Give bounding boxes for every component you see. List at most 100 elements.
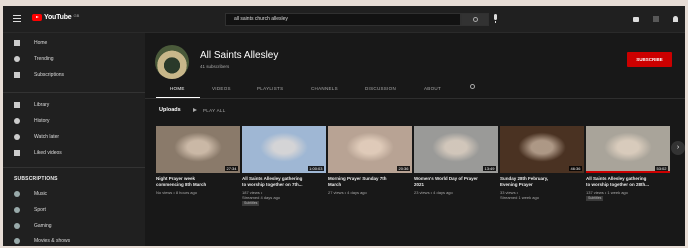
subscriber-count: 41 subscribers bbox=[200, 64, 230, 69]
search-icon bbox=[473, 17, 478, 22]
tab-playlists[interactable]: PLAYLISTS bbox=[257, 86, 283, 91]
video-thumbnail[interactable]: 20:36 bbox=[328, 126, 412, 173]
logo-wordmark: YouTube bbox=[44, 14, 72, 21]
video-meta: 137 views • 1 week ago bbox=[586, 190, 628, 195]
video-title-line: to worship together on 28th... bbox=[586, 182, 649, 187]
sidebar-item-label: Movies & shows bbox=[34, 238, 71, 244]
subtitles-badge: Subtitles bbox=[586, 196, 604, 201]
video-duration: 13:49 bbox=[482, 166, 496, 171]
notifications-bell-icon[interactable] bbox=[673, 16, 678, 22]
video-thumbnail[interactable]: 27:34 bbox=[156, 126, 240, 173]
video-meta: No views • 8 hours ago bbox=[156, 190, 197, 195]
video-title[interactable]: All Saints Allesley gathering to worship … bbox=[242, 176, 326, 188]
trophy-icon bbox=[14, 207, 20, 213]
subscriptions-icon bbox=[14, 72, 20, 78]
film-icon bbox=[14, 238, 20, 244]
video-title-line: March bbox=[328, 182, 342, 187]
video-title[interactable]: Night Prayer week commencing 8th March bbox=[156, 176, 240, 188]
subscriptions-heading: SUBSCRIPTIONS bbox=[14, 176, 58, 182]
microphone-icon[interactable] bbox=[494, 14, 497, 23]
subscribe-button[interactable]: SUBSCRIBE bbox=[627, 52, 672, 67]
video-title[interactable]: Women's World Day of Prayer 2021 bbox=[414, 176, 498, 188]
sidebar-item-watch-later[interactable]: Watch later bbox=[3, 131, 145, 145]
channel-search-icon[interactable] bbox=[470, 84, 475, 89]
sidebar-item-label: Subscriptions bbox=[34, 72, 65, 78]
sidebar-item-label: Sport bbox=[34, 207, 46, 213]
home-icon bbox=[14, 40, 20, 46]
sidebar-item-movies-shows[interactable]: Movies & shows bbox=[3, 235, 145, 246]
video-title[interactable]: All Saints Allesley gathering to worship … bbox=[586, 176, 670, 188]
sidebar-item-label: Liked videos bbox=[34, 150, 62, 156]
create-video-icon[interactable] bbox=[633, 17, 639, 22]
video-meta: 27 views • 4 days ago bbox=[328, 190, 367, 195]
video-thumbnail[interactable]: 1:00:03 bbox=[242, 126, 326, 173]
video-title[interactable]: Sunday 28th February, Evening Prayer bbox=[500, 176, 584, 188]
play-icon[interactable] bbox=[193, 108, 197, 112]
sidebar-item-music[interactable]: Music bbox=[3, 188, 145, 202]
sidebar-divider bbox=[3, 167, 145, 168]
play-all-button[interactable]: PLAY ALL bbox=[203, 108, 226, 113]
video-thumbnail[interactable]: 46:36 bbox=[500, 126, 584, 173]
sidebar-item-trending[interactable]: Trending bbox=[3, 53, 145, 67]
sidebar-item-label: Library bbox=[34, 102, 50, 108]
video-meta: Streamed 4 days ago bbox=[242, 195, 281, 200]
video-duration: 1:00:03 bbox=[307, 166, 324, 171]
music-icon bbox=[14, 191, 20, 197]
video-title-line: Evening Prayer bbox=[500, 182, 533, 187]
sidebar-item-subscriptions[interactable]: Subscriptions bbox=[3, 69, 145, 83]
video-title-line: to worship together on 7th... bbox=[242, 182, 303, 187]
sidebar-item-label: Home bbox=[34, 40, 48, 46]
tab-discussion[interactable]: DISCUSSION bbox=[365, 86, 396, 91]
youtube-window: YouTube GB all saints church allesley Ho… bbox=[3, 6, 685, 246]
video-thumbnail[interactable]: 13:49 bbox=[414, 126, 498, 173]
clock-icon bbox=[14, 134, 20, 140]
video-title-line: 2021 bbox=[414, 182, 425, 187]
history-icon bbox=[14, 118, 20, 124]
video-meta: Streamed 1 week ago bbox=[500, 195, 539, 200]
gamepad-icon bbox=[14, 223, 20, 229]
channel-tabs: HOME VIDEOS PLAYLISTS CHANNELS DISCUSSIO… bbox=[145, 78, 685, 99]
tab-videos[interactable]: VIDEOS bbox=[212, 86, 231, 91]
watch-progress-bar bbox=[586, 171, 670, 173]
video-duration: 46:36 bbox=[568, 166, 582, 171]
menu-icon[interactable] bbox=[13, 15, 21, 24]
apps-grid-icon[interactable] bbox=[653, 16, 659, 22]
tab-home[interactable]: HOME bbox=[170, 86, 185, 91]
thumbs-up-icon bbox=[14, 150, 20, 156]
library-icon bbox=[14, 102, 20, 108]
youtube-play-icon bbox=[32, 14, 42, 21]
video-duration: 20:36 bbox=[396, 166, 410, 171]
sidebar-item-label: Watch later bbox=[34, 134, 60, 140]
top-bar: YouTube GB all saints church allesley bbox=[3, 6, 685, 33]
sidebar-item-label: Trending bbox=[34, 56, 54, 62]
search-button[interactable] bbox=[461, 13, 489, 26]
video-title-line: commencing 8th March bbox=[156, 182, 207, 187]
sidebar-item-label: History bbox=[34, 118, 50, 124]
active-tab-indicator bbox=[156, 97, 200, 98]
sidebar-item-home[interactable]: Home bbox=[3, 37, 145, 51]
sidebar-item-liked-videos[interactable]: Liked videos bbox=[3, 147, 145, 161]
uploads-heading[interactable]: Uploads bbox=[159, 107, 181, 113]
sidebar-item-label: Gaming bbox=[34, 223, 52, 229]
flame-icon bbox=[14, 56, 20, 62]
subtitles-badge: Subtitles bbox=[242, 201, 260, 206]
youtube-logo[interactable]: YouTube GB bbox=[32, 13, 80, 21]
sidebar-item-library[interactable]: Library bbox=[3, 99, 145, 113]
logo-country: GB bbox=[73, 13, 80, 18]
sidebar-item-history[interactable]: History bbox=[3, 115, 145, 129]
sidebar-item-sport[interactable]: Sport bbox=[3, 204, 145, 218]
channel-avatar[interactable] bbox=[155, 45, 189, 79]
tab-channels[interactable]: CHANNELS bbox=[311, 86, 338, 91]
video-duration: 27:34 bbox=[224, 166, 238, 171]
shelf-next-button[interactable]: › bbox=[671, 141, 685, 155]
channel-name: All Saints Allesley bbox=[200, 50, 279, 61]
sidebar: Home Trending Subscriptions Library Hist… bbox=[3, 33, 145, 246]
video-thumbnail[interactable]: 53:02 bbox=[586, 126, 670, 173]
sidebar-divider bbox=[3, 92, 145, 93]
search-input[interactable]: all saints church allesley bbox=[225, 13, 461, 26]
sidebar-item-gaming[interactable]: Gaming bbox=[3, 220, 145, 234]
sidebar-item-label: Music bbox=[34, 191, 48, 197]
tab-about[interactable]: ABOUT bbox=[424, 86, 441, 91]
video-meta: 23 views • 4 days ago bbox=[414, 190, 453, 195]
video-title[interactable]: Morning Prayer Sunday 7th March bbox=[328, 176, 412, 188]
